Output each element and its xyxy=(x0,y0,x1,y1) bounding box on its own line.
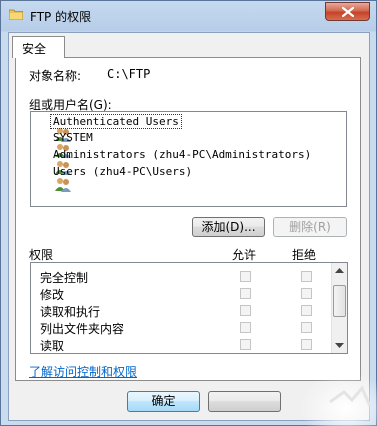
allow-checkbox[interactable] xyxy=(240,305,251,316)
watermark-logo xyxy=(300,366,377,426)
help-link[interactable]: 了解访问控制和权限 xyxy=(29,363,137,380)
close-icon xyxy=(342,7,354,17)
permissions-scrollbar[interactable] xyxy=(331,263,347,353)
deny-checkbox[interactable] xyxy=(301,288,312,299)
add-button[interactable]: 添加(D)... xyxy=(192,217,265,237)
cancel-button[interactable] xyxy=(208,391,281,412)
deny-checkbox[interactable] xyxy=(301,322,312,333)
close-button[interactable] xyxy=(325,2,370,21)
scroll-thumb[interactable] xyxy=(333,285,346,317)
user-name: Authenticated Users xyxy=(50,114,182,129)
users-listbox[interactable]: Authenticated Users SYSTEM Administrator… xyxy=(30,111,347,207)
list-item[interactable]: SYSTEM xyxy=(33,130,93,158)
tab-security-label: 安全 xyxy=(22,42,47,56)
title-bar[interactable]: FTP 的权限 xyxy=(1,1,376,31)
permission-name: 读取 xyxy=(40,339,65,353)
list-item[interactable]: Users (zhu4-PC\Users) xyxy=(33,164,192,192)
allow-checkbox[interactable] xyxy=(240,322,251,333)
permission-name: 修改 xyxy=(40,288,65,302)
permission-name: 列出文件夹内容 xyxy=(40,322,125,336)
deny-checkbox[interactable] xyxy=(301,271,312,282)
object-name-label: 对象名称: xyxy=(29,69,82,83)
permission-name: 读取和执行 xyxy=(40,305,101,319)
window-title: FTP 的权限 xyxy=(30,10,92,24)
object-name-value: C:\FTP xyxy=(107,67,151,81)
allow-checkbox[interactable] xyxy=(240,271,251,282)
permission-name: 完全控制 xyxy=(40,271,89,285)
allow-checkbox[interactable] xyxy=(240,339,251,350)
deny-checkbox[interactable] xyxy=(301,305,312,316)
tab-security[interactable]: 安全 xyxy=(12,36,65,58)
list-item[interactable]: Administrators (zhu4-PC\Administrators) xyxy=(33,147,311,175)
permissions-label: 权限 xyxy=(29,248,54,262)
scroll-down-icon[interactable] xyxy=(335,343,344,349)
ok-button[interactable]: 确定 xyxy=(127,391,200,412)
remove-button[interactable]: 删除(R) xyxy=(273,217,347,237)
deny-column-header: 拒绝 xyxy=(292,248,317,262)
scroll-up-icon[interactable] xyxy=(335,267,344,273)
allow-column-header: 允许 xyxy=(232,248,257,262)
permissions-list: 完全控制 修改 读取和执行 列出文件夹内容 读取 xyxy=(30,262,348,354)
list-item[interactable]: Authenticated Users xyxy=(33,114,343,142)
folder-icon xyxy=(8,8,24,21)
allow-checkbox[interactable] xyxy=(240,288,251,299)
deny-checkbox[interactable] xyxy=(301,339,312,350)
user-name: Administrators (zhu4-PC\Administrators) xyxy=(53,148,312,161)
user-name: SYSTEM xyxy=(53,131,93,144)
user-name: Users (zhu4-PC\Users) xyxy=(53,165,193,178)
